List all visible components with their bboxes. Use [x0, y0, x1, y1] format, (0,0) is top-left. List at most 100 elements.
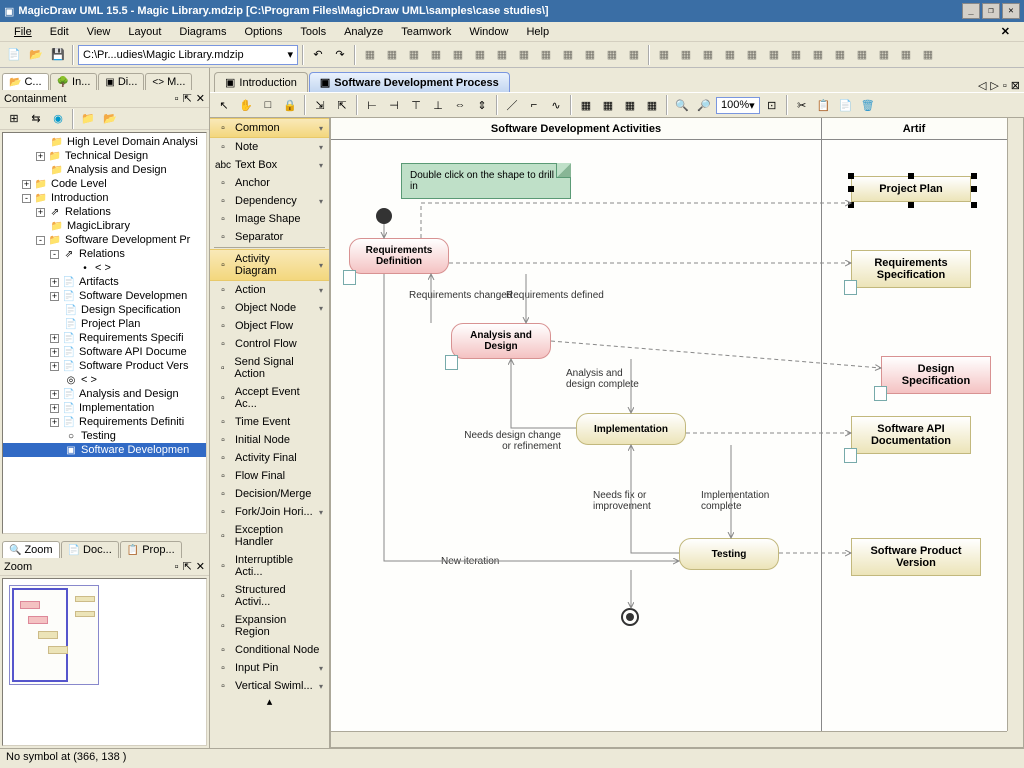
- group-icon[interactable]: ▦: [598, 95, 618, 115]
- tree-item[interactable]: ○Testing: [3, 429, 206, 443]
- palette-item[interactable]: abcText Box▾: [210, 156, 329, 174]
- tool-icon[interactable]: ▦: [624, 45, 644, 65]
- new-item-button[interactable]: 📂: [100, 109, 120, 129]
- tool-icon[interactable]: ▦: [448, 45, 468, 65]
- palette-item[interactable]: ▫Time Event: [210, 413, 329, 431]
- distribute-icon[interactable]: ⇕: [472, 95, 492, 115]
- menu-edit[interactable]: Edit: [42, 24, 77, 40]
- panel-close-icon[interactable]: ✕: [196, 92, 205, 105]
- route-icon[interactable]: ∿: [546, 95, 566, 115]
- tree-expander[interactable]: +: [36, 208, 45, 217]
- menu-layout[interactable]: Layout: [120, 24, 169, 40]
- tree-item[interactable]: 📁Analysis and Design: [3, 163, 206, 177]
- tool-icon[interactable]: ▦: [676, 45, 696, 65]
- draw-tool[interactable]: □: [258, 95, 278, 115]
- hint-note[interactable]: Double click on the shape to drill in: [401, 163, 571, 199]
- palette-item[interactable]: ▫Initial Node: [210, 431, 329, 449]
- tab-introduction[interactable]: ▣ Introduction: [214, 72, 308, 92]
- panel-pin-icon[interactable]: ⇱: [183, 92, 192, 105]
- filter-button[interactable]: ◉: [48, 109, 68, 129]
- tree-expander[interactable]: +: [36, 152, 45, 161]
- palette-collapse-icon[interactable]: ▴: [210, 695, 329, 708]
- menu-teamwork[interactable]: Teamwork: [393, 24, 459, 40]
- bottom-tab-zoom[interactable]: 🔍 Zoom: [2, 541, 60, 558]
- tool-icon[interactable]: ▦: [536, 45, 556, 65]
- tool-icon[interactable]: ▦: [470, 45, 490, 65]
- menu-view[interactable]: View: [79, 24, 119, 40]
- tree-expander[interactable]: -: [36, 236, 45, 245]
- select-tool[interactable]: ↖: [214, 95, 234, 115]
- tool-icon[interactable]: ▦: [580, 45, 600, 65]
- vertical-scrollbar[interactable]: [1007, 118, 1023, 731]
- tool-icon[interactable]: ▦: [514, 45, 534, 65]
- sync-button[interactable]: ⇆: [26, 109, 46, 129]
- bottom-tab-props[interactable]: 📋 Prop...: [120, 541, 182, 558]
- palette-item[interactable]: ▫Separator: [210, 228, 329, 246]
- tree-item[interactable]: +📄Artifacts: [3, 275, 206, 289]
- address-bar[interactable]: C:\Pr...udies\Magic Library.mdzip▾: [78, 45, 298, 65]
- tree-item[interactable]: •< >: [3, 261, 206, 275]
- layout-tool[interactable]: ⇲: [310, 95, 330, 115]
- left-tab-containment[interactable]: 📂 C...: [2, 73, 49, 90]
- group-icon[interactable]: ▦: [642, 95, 662, 115]
- lock-icon[interactable]: 🔒: [280, 95, 300, 115]
- activity-analysis-design[interactable]: Analysis and Design: [451, 323, 551, 359]
- tree-item[interactable]: ◎< >: [3, 373, 206, 387]
- tree-item[interactable]: +📄Software API Docume: [3, 345, 206, 359]
- palette-item[interactable]: ▫Action▾: [210, 281, 329, 299]
- tool-icon[interactable]: ▦: [426, 45, 446, 65]
- tool-icon[interactable]: ▦: [492, 45, 512, 65]
- palette-item[interactable]: ▫Dependency▾: [210, 192, 329, 210]
- bottom-tab-docs[interactable]: 📄 Doc...: [61, 541, 119, 558]
- tree-item[interactable]: +📄Software Developmen: [3, 289, 206, 303]
- tool-icon[interactable]: ▦: [808, 45, 828, 65]
- tool-icon[interactable]: ▦: [382, 45, 402, 65]
- pan-tool[interactable]: ✋: [236, 95, 256, 115]
- tool-icon[interactable]: ▦: [918, 45, 938, 65]
- tab-next-icon[interactable]: ▷: [990, 79, 998, 92]
- redo-button[interactable]: ↷: [330, 45, 350, 65]
- delete-icon[interactable]: 🗑: [858, 95, 878, 115]
- panel-pin-icon[interactable]: ⇱: [183, 560, 192, 573]
- dropdown-icon[interactable]: ▾: [319, 143, 323, 152]
- left-tab-inheritance[interactable]: 🌳 In...: [50, 73, 98, 90]
- artifact-project-plan[interactable]: Project Plan: [851, 176, 971, 202]
- menu-window[interactable]: Window: [461, 24, 516, 40]
- layout-tool[interactable]: ⇱: [332, 95, 352, 115]
- palette-item[interactable]: ▫Input Pin▾: [210, 659, 329, 677]
- palette-item[interactable]: ▫Structured Activi...: [210, 581, 329, 611]
- palette-item[interactable]: ▫Anchor: [210, 174, 329, 192]
- tool-icon[interactable]: ▦: [764, 45, 784, 65]
- tree-item[interactable]: -⇗Relations: [3, 247, 206, 261]
- palette-item[interactable]: ▫Flow Final: [210, 467, 329, 485]
- tool-icon[interactable]: ▦: [874, 45, 894, 65]
- tab-close-icon[interactable]: ⊠: [1011, 79, 1020, 92]
- palette-item[interactable]: ▫Object Node▾: [210, 299, 329, 317]
- tree-expander[interactable]: +: [50, 292, 59, 301]
- tree-item[interactable]: +📄Implementation: [3, 401, 206, 415]
- panel-close-icon[interactable]: ✕: [196, 560, 205, 573]
- group-icon[interactable]: ▦: [620, 95, 640, 115]
- dropdown-icon[interactable]: ▾: [319, 304, 323, 313]
- tab-software-development-process[interactable]: ▣ Software Development Process: [309, 72, 510, 92]
- new-button[interactable]: 📄: [4, 45, 24, 65]
- tool-icon[interactable]: ▦: [558, 45, 578, 65]
- menu-tools[interactable]: Tools: [292, 24, 334, 40]
- dropdown-icon[interactable]: ▾: [319, 682, 323, 691]
- tree-item[interactable]: +📁Code Level: [3, 177, 206, 191]
- left-tab-diagrams[interactable]: ▣ Di...: [98, 73, 144, 90]
- close-button[interactable]: ✕: [1002, 3, 1020, 19]
- tree-item[interactable]: 📁High Level Domain Analysi: [3, 135, 206, 149]
- dropdown-icon[interactable]: ▾: [319, 508, 323, 517]
- tree-expander[interactable]: -: [50, 250, 59, 259]
- activity-final-node[interactable]: [621, 608, 639, 626]
- tree-item[interactable]: -📁Introduction: [3, 191, 206, 205]
- horizontal-scrollbar[interactable]: [331, 731, 1007, 747]
- tree-item[interactable]: ▣Software Developmen: [3, 443, 206, 457]
- tree-expander[interactable]: +: [50, 362, 59, 371]
- tree-expander[interactable]: -: [22, 194, 31, 203]
- tool-icon[interactable]: ▦: [602, 45, 622, 65]
- zoom-out-icon[interactable]: 🔎: [694, 95, 714, 115]
- tree-expander[interactable]: +: [22, 180, 31, 189]
- menu-diagrams[interactable]: Diagrams: [171, 24, 234, 40]
